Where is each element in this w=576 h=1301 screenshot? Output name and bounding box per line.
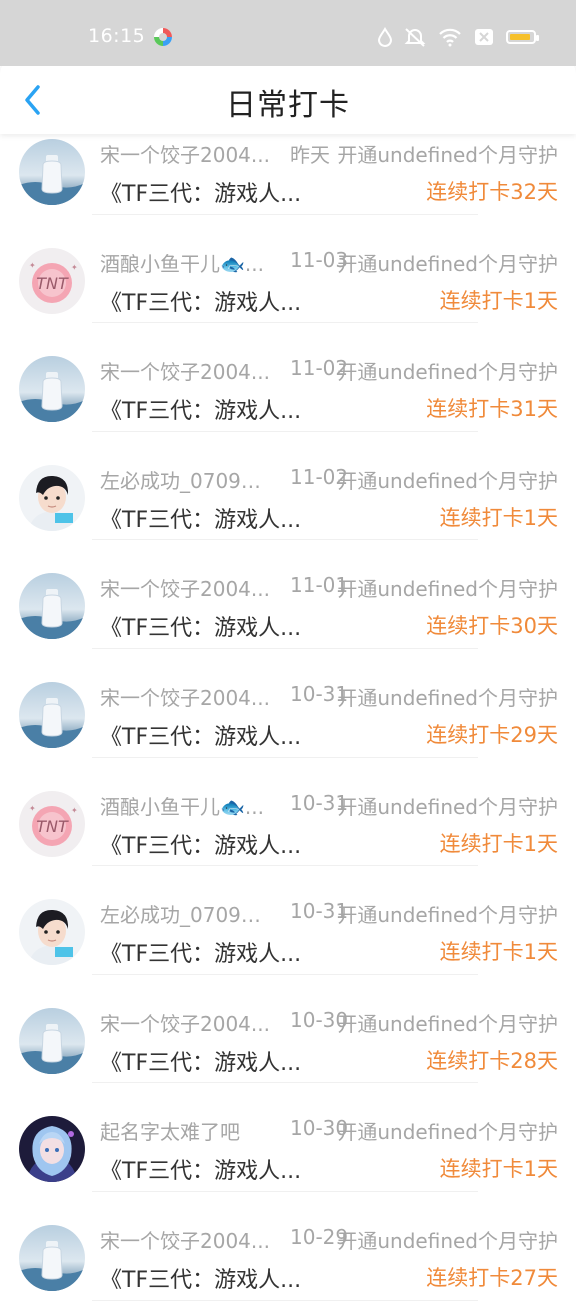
svg-text:TNT: TNT (36, 817, 69, 836)
water-drop-icon (378, 27, 392, 47)
wifi-icon (439, 28, 461, 47)
page-header: 日常打卡 (0, 58, 576, 134)
app-notification-icon (154, 28, 172, 46)
list-item[interactable]: 左必成功_07096... 10-31 开通undefined个月守护 《TF三代：游… (0, 866, 576, 975)
username[interactable]: 左必成功_07096... (100, 465, 270, 494)
avatar[interactable] (19, 356, 85, 423)
checkin-content: 《TF三代：游戏人... (100, 507, 302, 533)
timestamp: 昨天 (290, 143, 330, 167)
list-item[interactable]: 宋一个饺子2004... 11-02 开通undefined个月守护 《TF三代：游戏… (0, 323, 576, 432)
avatar[interactable] (19, 1116, 85, 1183)
username[interactable]: 左必成功_07096... (100, 899, 270, 928)
guard-status: 开通undefined个月守护 (337, 1228, 558, 1253)
username[interactable]: 起名字太难了吧 (100, 1116, 240, 1145)
checkin-content: 《TF三代：游戏人... (100, 182, 302, 207)
streak-count: 连续打卡27天 (426, 1265, 558, 1290)
username[interactable]: 宋一个饺子2004... (100, 139, 270, 168)
avatar[interactable] (19, 681, 85, 748)
avatar[interactable] (19, 899, 85, 966)
status-bar: 16:15 (0, 0, 576, 66)
guard-status: 开通undefined个月守护 (337, 143, 558, 167)
status-icons (378, 26, 539, 48)
svg-text:✦: ✦ (29, 261, 36, 270)
status-time: 16:15 (88, 25, 146, 47)
battery-icon (506, 30, 539, 44)
checkin-content: 《TF三代：游戏人... (100, 1267, 302, 1293)
username[interactable]: 酒酿小鱼干儿🐟... (100, 248, 264, 277)
avatar[interactable]: TNT ✦ ✦ (19, 790, 85, 857)
checkin-content: 《TF三代：游戏人... (100, 616, 302, 642)
list-item[interactable]: 宋一个饺子2004... 11-01 开通undefined个月守护 《TF三代：游戏… (0, 540, 576, 649)
streak-count: 连续打卡31天 (426, 397, 558, 422)
list-item[interactable]: 左必成功_07096... 11-02 开通undefined个月守护 《TF三代：游… (0, 432, 576, 541)
guard-status: 开通undefined个月守护 (337, 1011, 558, 1036)
guard-status: 开通undefined个月守护 (337, 903, 558, 928)
svg-text:TNT: TNT (36, 274, 69, 293)
streak-count: 连续打卡1天 (439, 288, 558, 313)
checkin-content: 《TF三代：游戏人... (100, 1050, 302, 1076)
checkin-content: 《TF三代：游戏人... (100, 290, 302, 316)
streak-count: 连续打卡29天 (426, 722, 558, 747)
list-item[interactable]: 宋一个饺子2004... 10-31 开通undefined个月守护 《TF三代：游戏… (0, 649, 576, 758)
mute-bell-icon (404, 28, 426, 47)
checkin-content: 《TF三代：游戏人... (100, 1159, 302, 1185)
page-title: 日常打卡 (226, 88, 350, 123)
avatar[interactable] (19, 1007, 85, 1074)
username[interactable]: 酒酿小鱼干儿🐟... (100, 791, 264, 820)
streak-count: 连续打卡1天 (439, 1157, 558, 1182)
avatar[interactable] (19, 139, 85, 205)
avatar[interactable] (19, 1224, 85, 1291)
checkin-list: 宋一个饺子2004... 昨天 开通undefined个月守护 《TF三代：游戏人..… (0, 134, 576, 1301)
streak-count: 连续打卡28天 (426, 1048, 558, 1073)
streak-count: 连续打卡1天 (439, 831, 558, 856)
streak-count: 连续打卡1天 (439, 940, 558, 965)
svg-text:✦: ✦ (29, 804, 36, 813)
sim-off-icon (475, 29, 493, 45)
list-item[interactable]: TNT ✦ ✦ 酒酿小鱼干儿🐟... 10-31 开通undefined个月守护 《TF三代… (0, 758, 576, 867)
avatar[interactable] (19, 573, 85, 640)
guard-status: 开通undefined个月守护 (337, 468, 558, 493)
guard-status: 开通undefined个月守护 (337, 1120, 558, 1145)
checkin-content: 《TF三代：游戏人... (100, 724, 302, 750)
streak-count: 连续打卡32天 (426, 180, 558, 204)
list-item[interactable]: TNT ✦ ✦ 酒酿小鱼干儿🐟... 11-03 开通undefined个月守护 《TF三代… (0, 215, 576, 324)
avatar[interactable] (19, 464, 85, 531)
username[interactable]: 宋一个饺子2004... (100, 1008, 270, 1037)
avatar[interactable]: TNT ✦ ✦ (19, 247, 85, 314)
username[interactable]: 宋一个饺子2004... (100, 356, 270, 385)
username[interactable]: 宋一个饺子2004... (100, 682, 270, 711)
guard-status: 开通undefined个月守护 (337, 251, 558, 276)
list-item[interactable]: 宋一个饺子2004... 10-29 开通undefined个月守护 《TF三代：游戏… (0, 1192, 576, 1301)
list-item[interactable]: 宋一个饺子2004... 10-30 开通undefined个月守护 《TF三代：游戏… (0, 975, 576, 1084)
svg-text:✦: ✦ (71, 806, 78, 815)
guard-status: 开通undefined个月守护 (337, 685, 558, 710)
username[interactable]: 宋一个饺子2004... (100, 573, 270, 602)
guard-status: 开通undefined个月守护 (337, 360, 558, 385)
svg-text:✦: ✦ (71, 263, 78, 272)
list-item[interactable]: 起名字太难了吧 10-30 开通undefined个月守护 《TF三代：游戏人... 连… (0, 1083, 576, 1192)
streak-count: 连续打卡30天 (426, 614, 558, 639)
checkin-content: 《TF三代：游戏人... (100, 833, 302, 859)
guard-status: 开通undefined个月守护 (337, 577, 558, 602)
streak-count: 连续打卡1天 (439, 505, 558, 530)
username[interactable]: 宋一个饺子2004... (100, 1225, 270, 1254)
checkin-content: 《TF三代：游戏人... (100, 942, 302, 968)
guard-status: 开通undefined个月守护 (337, 794, 558, 819)
checkin-content: 《TF三代：游戏人... (100, 399, 302, 425)
